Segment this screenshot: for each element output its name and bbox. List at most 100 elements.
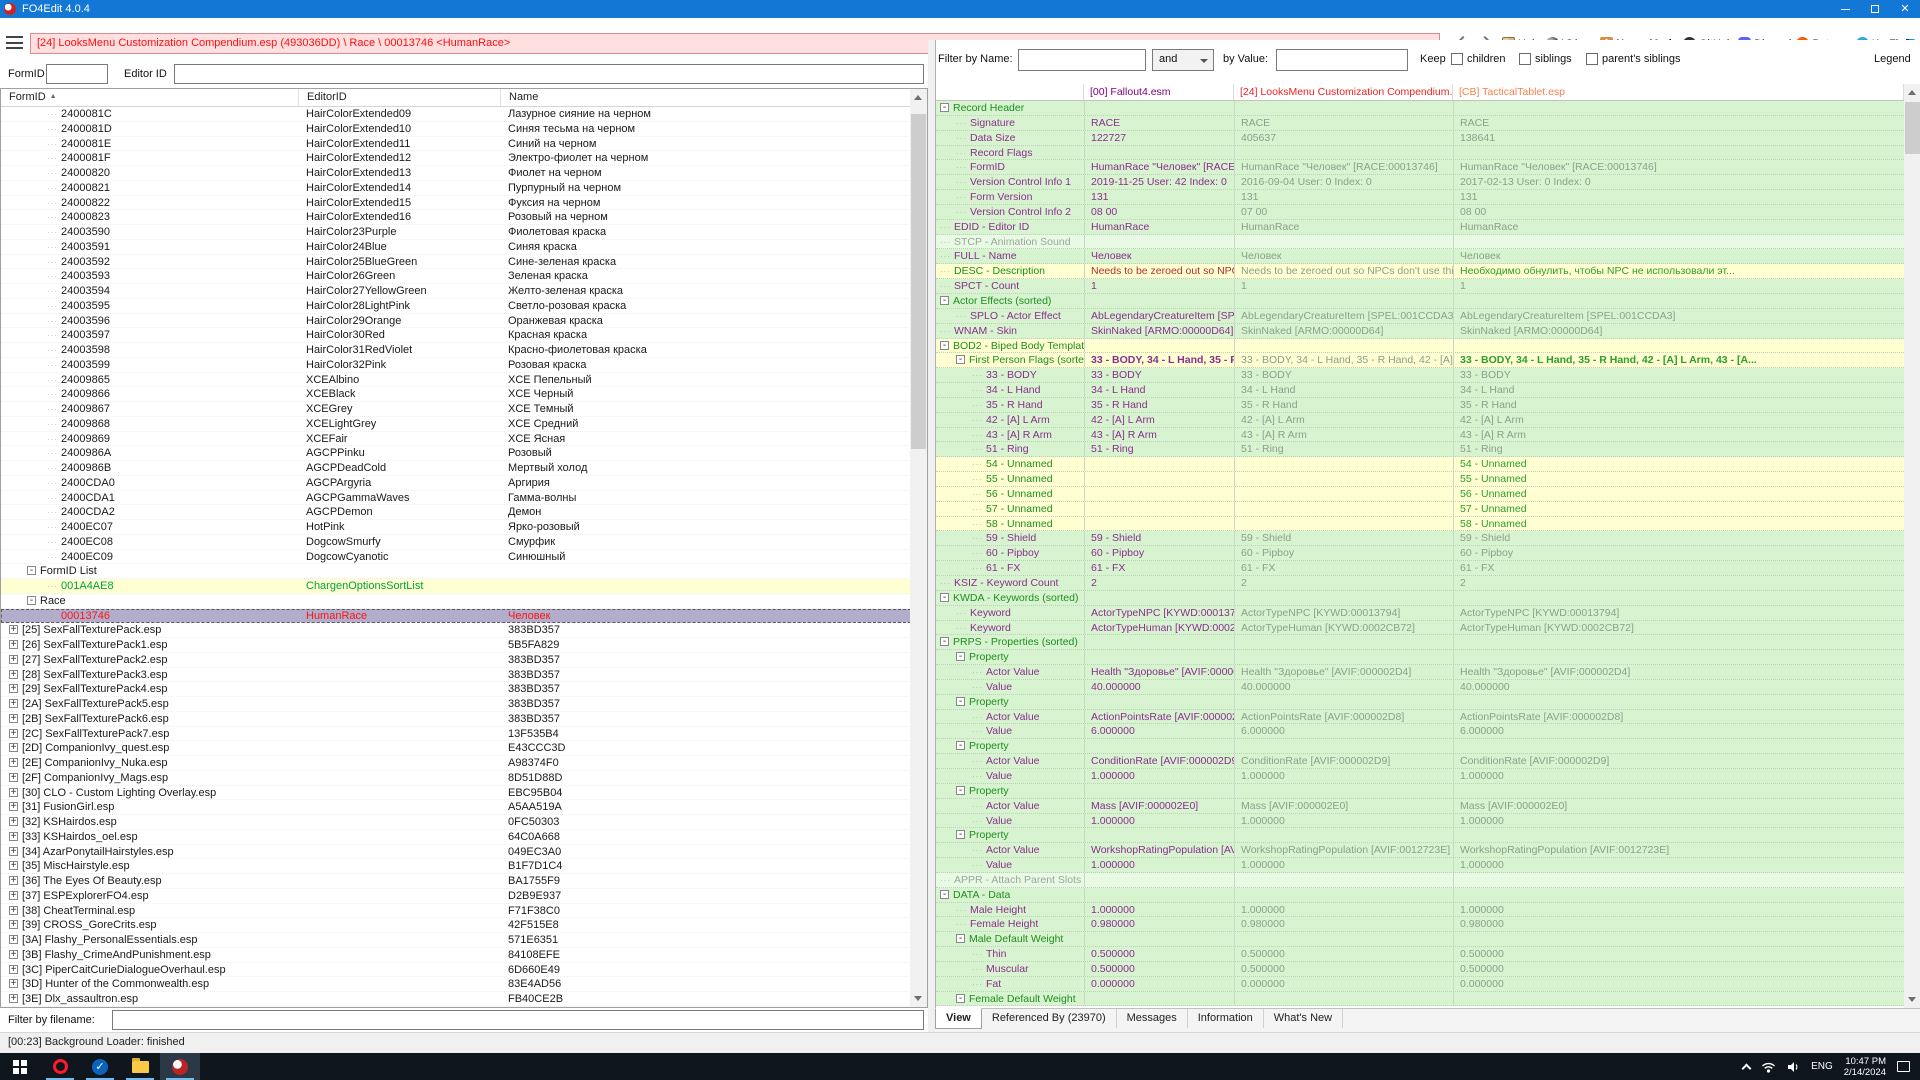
plugin-file-row[interactable]: +[35] MiscHairstyle.espB1F7D1C4: [1, 859, 911, 874]
filter-operator-select[interactable]: and: [1152, 49, 1214, 71]
field-row[interactable]: ···SPLO - Actor EffectAbLegendaryCreatur…: [936, 309, 1904, 324]
formid-input[interactable]: [46, 64, 108, 84]
grid-column-header-3[interactable]: [CB] TacticalTablet.esp: [1453, 84, 1904, 100]
expander-icon[interactable]: +: [9, 876, 18, 885]
field-row[interactable]: ···Value1.0000001.0000001.000000: [936, 769, 1904, 784]
expander-icon[interactable]: +: [9, 625, 18, 634]
field-row[interactable]: ···KeywordActorTypeNPC [KYWD:00013794]Ac…: [936, 606, 1904, 621]
volume-icon[interactable]: [1787, 1061, 1800, 1073]
grid-column-header-2[interactable]: [24] LooksMenu Customization Compendium.…: [1234, 84, 1453, 100]
field-row[interactable]: ···34 - L Hand34 - L Hand34 - L Hand34 -…: [936, 383, 1904, 398]
legend-link[interactable]: Legend: [1874, 53, 1911, 65]
record-row[interactable]: ···2400081DHairColorExtended10Синяя тесь…: [1, 122, 911, 137]
expander-icon[interactable]: -: [940, 296, 949, 305]
field-row[interactable]: ···STCP - Animation Sound: [936, 235, 1904, 250]
field-row[interactable]: ···Actor ValueActionPointsRate [AVIF:000…: [936, 710, 1904, 725]
expander-icon[interactable]: +: [9, 891, 18, 900]
field-row[interactable]: ···Value40.00000040.00000040.000000: [936, 680, 1904, 695]
plugin-file-row[interactable]: +[3B] Flashy_CrimeAndPunishment.esp84108…: [1, 948, 911, 963]
keep-parents-siblings-checkbox[interactable]: [1586, 53, 1598, 65]
field-row[interactable]: -Property: [936, 739, 1904, 754]
record-row[interactable]: ···24009865XCEAlbinoXCE Пепельный: [1, 373, 911, 388]
expander-icon[interactable]: -: [956, 786, 965, 795]
field-row[interactable]: -Record Header: [936, 101, 1904, 116]
expander-icon[interactable]: +: [9, 817, 18, 826]
expander-icon[interactable]: -: [956, 697, 965, 706]
field-row[interactable]: ···Thin0.5000000.5000000.500000: [936, 947, 1904, 962]
plugin-file-row[interactable]: +[25] SexFallTexturePack.esp383BD357: [1, 623, 911, 638]
expander-icon[interactable]: +: [9, 684, 18, 693]
plugin-file-row[interactable]: +[27] SexFallTexturePack2.esp383BD357: [1, 653, 911, 668]
field-row[interactable]: ···61 - FX61 - FX61 - FX61 - FX: [936, 561, 1904, 576]
record-row[interactable]: ···2400CDA1AGCPGammaWavesГамма-волны: [1, 491, 911, 506]
scroll-down-button[interactable]: [1904, 991, 1920, 1008]
record-row[interactable]: ···24003596HairColor29OrangeОранжевая кр…: [1, 314, 911, 329]
record-row[interactable]: ···24000823HairColorExtended16Розовый на…: [1, 210, 911, 225]
record-row[interactable]: ···2400EC09DogcowCyanoticСинюшный: [1, 550, 911, 565]
record-row[interactable]: ···24003597HairColor30RedКрасная краска: [1, 328, 911, 343]
field-row[interactable]: -Actor Effects (sorted): [936, 294, 1904, 309]
expander-icon[interactable]: +: [9, 994, 18, 1003]
record-row[interactable]: ···24009868XCELightGreyXCE Средний: [1, 417, 911, 432]
plugin-file-row[interactable]: +[2C] SexFallTexturePack7.esp13F535B4: [1, 727, 911, 742]
expander-icon[interactable]: -: [956, 934, 965, 943]
field-row[interactable]: ···Fat0.0000000.0000000.000000: [936, 977, 1904, 992]
field-row[interactable]: ···55 - Unnamed55 - Unnamed: [936, 472, 1904, 487]
expander-icon[interactable]: -: [940, 593, 949, 602]
expander-icon[interactable]: +: [9, 832, 18, 841]
expander-icon[interactable]: -: [956, 830, 965, 839]
field-row[interactable]: ···KSIZ - Keyword Count222: [936, 576, 1904, 591]
record-row[interactable]: ···24003593HairColor26GreenЗеленая краск…: [1, 269, 911, 284]
plugin-file-row[interactable]: +[36] The Eyes Of Beauty.espBA1755F9: [1, 874, 911, 889]
expander-icon[interactable]: +: [9, 788, 18, 797]
plugin-file-row[interactable]: +[32] KSHairdos.esp0FC50303: [1, 815, 911, 830]
field-row[interactable]: -Property: [936, 828, 1904, 843]
field-row[interactable]: ···Female Height0.9800000.9800000.980000: [936, 917, 1904, 932]
close-button[interactable]: ✕: [1890, 0, 1920, 18]
plugin-file-row[interactable]: +[3E] Dlx_assaultron.espFB40CE2B: [1, 992, 911, 1007]
field-row[interactable]: ···57 - Unnamed57 - Unnamed: [936, 502, 1904, 517]
record-row[interactable]: ···24003595HairColor28LightPinkСветло-ро…: [1, 299, 911, 314]
field-row[interactable]: ···Value1.0000001.0000001.000000: [936, 814, 1904, 829]
field-row[interactable]: ···54 - Unnamed54 - Unnamed: [936, 457, 1904, 472]
column-header-formid[interactable]: FormID▲: [1, 89, 299, 106]
grid-column-header-1[interactable]: [00] Fallout4.esm: [1084, 84, 1234, 100]
plugin-file-row[interactable]: +[38] CheatTerminal.espF71F38C0: [1, 904, 911, 919]
grid-column-header-0[interactable]: [936, 84, 1084, 100]
column-header-editorid[interactable]: EditorID: [299, 89, 501, 106]
record-row[interactable]: ···24003591HairColor24BlueСиняя краска: [1, 240, 911, 255]
plugin-file-row[interactable]: +[33] KSHairdos_oel.esp64C0A668: [1, 830, 911, 845]
expander-icon[interactable]: -: [956, 652, 965, 661]
plugin-file-row[interactable]: +[29] SexFallTexturePack4.esp383BD357: [1, 682, 911, 697]
field-row[interactable]: ···Version Control Info 12019-11-25 User…: [936, 175, 1904, 190]
record-row[interactable]: ···24000822HairColorExtended15Фуксия на …: [1, 196, 911, 211]
taskbar-clock[interactable]: 10:47 PM 2/14/2024: [1844, 1056, 1886, 1078]
expander-icon[interactable]: +: [9, 802, 18, 811]
field-row[interactable]: ···KeywordActorTypeHuman [KYWD:0002C...A…: [936, 621, 1904, 636]
expander-icon[interactable]: -: [940, 637, 949, 646]
expander-icon[interactable]: -: [27, 566, 36, 575]
expander-icon[interactable]: +: [9, 950, 18, 959]
field-row[interactable]: -PRPS - Properties (sorted): [936, 635, 1904, 650]
taskbar-app-messenger[interactable]: ✓: [80, 1053, 120, 1080]
field-row[interactable]: ···Version Control Info 208 0007 0008 00: [936, 205, 1904, 220]
expander-icon[interactable]: +: [9, 699, 18, 708]
expander-icon[interactable]: +: [9, 847, 18, 856]
field-row[interactable]: ···Form Version131131131: [936, 190, 1904, 205]
field-row[interactable]: ···EDID - Editor IDHumanRaceHumanRaceHum…: [936, 220, 1904, 235]
plugin-file-row[interactable]: +[28] SexFallTexturePack3.esp383BD357: [1, 668, 911, 683]
field-row[interactable]: ···Actor ValueWorkshopRatingPopulation […: [936, 843, 1904, 858]
field-row[interactable]: ···WNAM - SkinSkinNaked [ARMO:00000D64]S…: [936, 324, 1904, 339]
action-center-icon[interactable]: [1897, 1061, 1910, 1072]
record-row[interactable]: ···2400081FHairColorExtended12Электро-фи…: [1, 151, 911, 166]
plugin-file-row[interactable]: +[2B] SexFallTexturePack6.esp383BD357: [1, 712, 911, 727]
field-row[interactable]: ···56 - Unnamed56 - Unnamed: [936, 487, 1904, 502]
taskbar-app-fo4edit[interactable]: [160, 1053, 200, 1080]
tab-messages[interactable]: Messages: [1117, 1009, 1188, 1028]
filter-by-filename-input[interactable]: [112, 1010, 924, 1030]
right-scrollbar[interactable]: [1904, 84, 1920, 1008]
field-row[interactable]: ···DESC - DescriptionNeeds to be zeroed …: [936, 264, 1904, 279]
expander-icon[interactable]: +: [9, 758, 18, 767]
record-row[interactable]: ···24003599HairColor32PinkРозовая краска: [1, 358, 911, 373]
expander-icon[interactable]: +: [9, 743, 18, 752]
